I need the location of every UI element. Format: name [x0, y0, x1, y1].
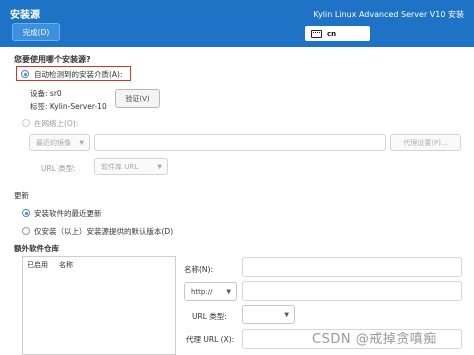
source-question: 您要使用哪个安装源? [14, 55, 91, 64]
protocol-select[interactable]: http:// ▼ [184, 282, 237, 301]
mirror-select-value: 最近的镜像 [36, 138, 71, 147]
keyboard-layout-indicator[interactable]: cn [305, 26, 370, 41]
mirror-select[interactable]: 最近的镜像 ▼ [29, 134, 90, 151]
media-label: 标签: Kylin-Server-10 [30, 102, 107, 111]
network-label[interactable]: 在网络上(O): [34, 118, 78, 129]
url-type-select[interactable]: 软件库 URL ▼ [94, 158, 168, 175]
proxy-url-label: 代理 URL (X): [186, 335, 235, 344]
chevron-down-icon: ▼ [157, 163, 162, 170]
proxy-settings-button[interactable]: 代理设置(P)... [390, 134, 461, 151]
repos-title: 额外软件仓库 [14, 244, 59, 253]
protocol-select-value: http:// [191, 287, 213, 296]
col-name-header: 名称 [59, 261, 73, 269]
auto-detect-label[interactable]: 自动检测到的安装介质(A): [34, 69, 123, 80]
repo-list[interactable]: 已启用 名称 [22, 256, 176, 355]
header-bar: 安装源 完成(D) Kylin Linux Advanced Server V1… [0, 0, 474, 47]
default-version-label[interactable]: 仅安装（以上）安装源提供的默认版本(D) [34, 226, 173, 237]
done-button[interactable]: 完成(D) [12, 23, 60, 41]
auto-detect-radio[interactable] [21, 70, 29, 78]
product-title: Kylin Linux Advanced Server V10 安装 [313, 10, 464, 19]
keyboard-layout-label: cn [327, 29, 337, 38]
updates-title: 更新 [14, 191, 29, 200]
chevron-down-icon: ▼ [226, 288, 231, 295]
repo-url-type-select[interactable]: ▼ [242, 305, 295, 324]
url-type-select-value: 软件库 URL [101, 162, 139, 171]
chevron-down-icon: ▼ [79, 139, 84, 146]
latest-updates-radio[interactable] [22, 209, 30, 217]
verify-button[interactable]: 验证(V) [115, 89, 160, 108]
watermark-text: CSDN @戒掉贪嗔痴 [312, 332, 437, 347]
latest-updates-label[interactable]: 安装软件的最近更新 [34, 208, 102, 219]
repo-url-input[interactable] [242, 281, 462, 301]
col-enabled-header: 已启用 [27, 261, 48, 269]
device-label: 设备: sr0 [30, 89, 62, 98]
repo-name-input[interactable] [242, 257, 462, 277]
chevron-down-icon: ▼ [284, 311, 289, 318]
page-title: 安装源 [10, 10, 40, 21]
keyboard-icon [311, 29, 322, 38]
network-url-input[interactable] [94, 134, 386, 151]
repo-name-label: 名称(N): [184, 265, 213, 274]
default-version-radio[interactable] [22, 227, 30, 235]
network-radio[interactable] [22, 119, 30, 127]
repo-url-type-label: URL 类型: [192, 312, 227, 321]
url-type-label: URL 类型: [41, 164, 76, 173]
